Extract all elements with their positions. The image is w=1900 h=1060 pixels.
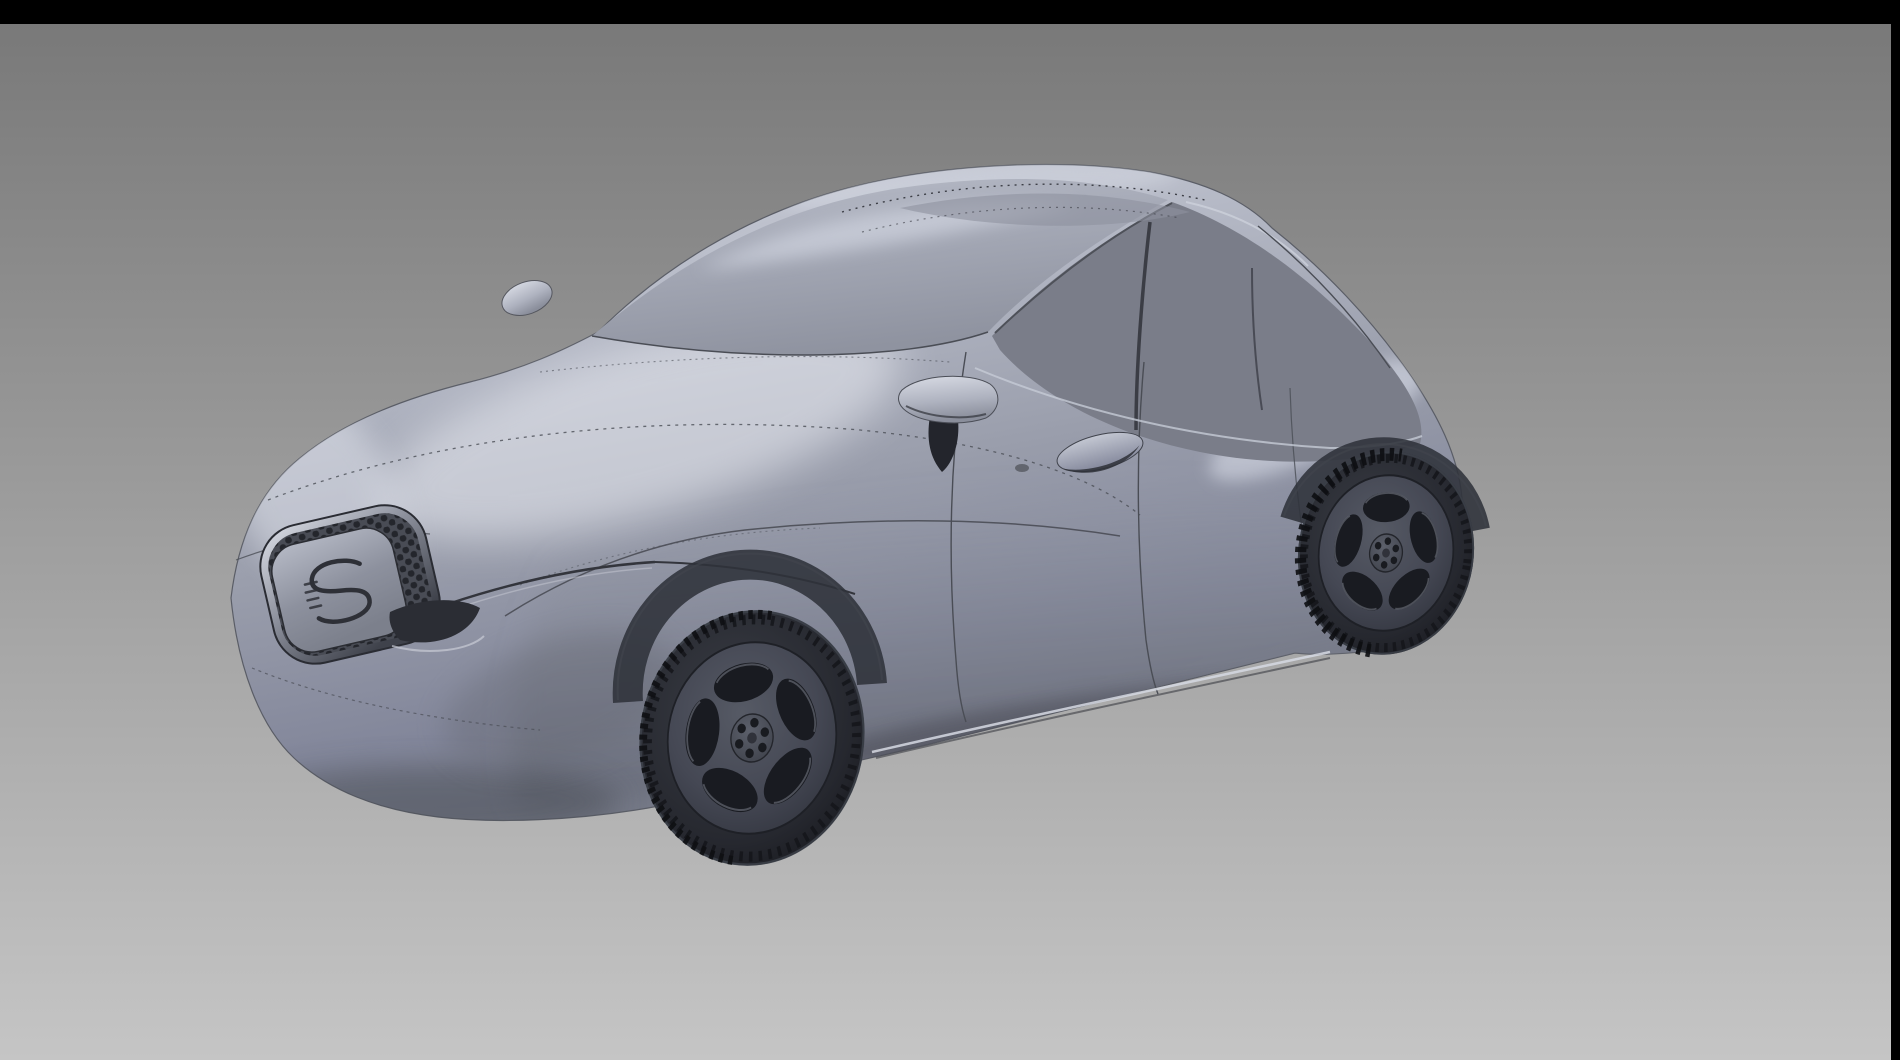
top-letterbox-bar (0, 0, 1900, 24)
cad-canvas[interactable] (0, 24, 1891, 1060)
hood-mark (1015, 464, 1029, 472)
cad-viewport[interactable] (0, 24, 1891, 1060)
right-letterbox-bar (1891, 0, 1900, 1060)
screen (0, 0, 1900, 1060)
